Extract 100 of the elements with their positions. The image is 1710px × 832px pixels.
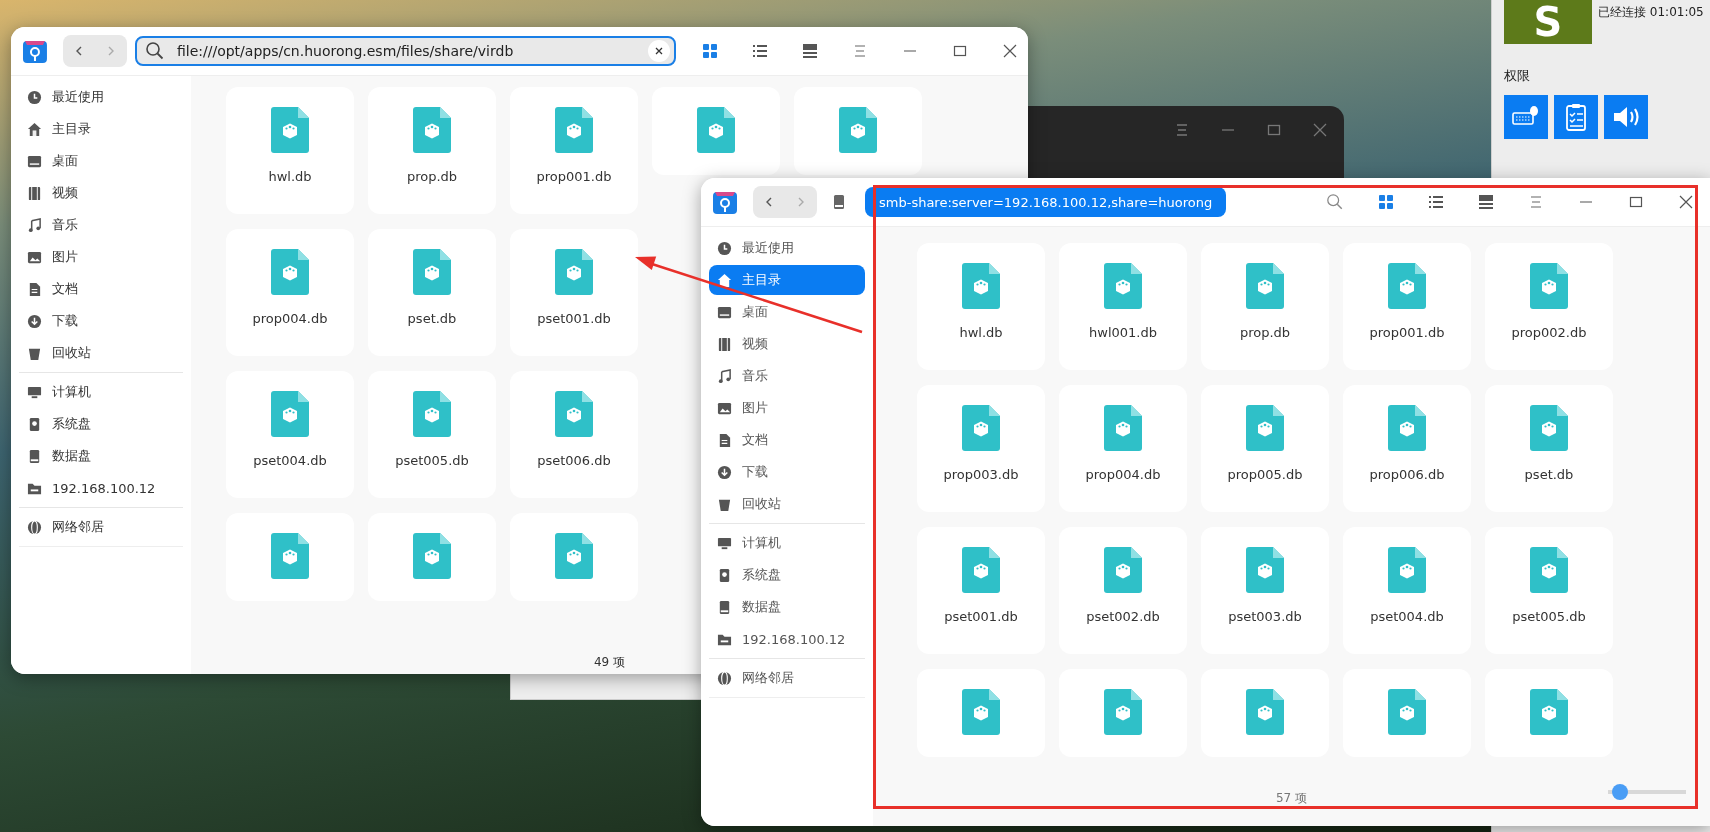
file-tile[interactable] [368, 513, 496, 601]
sidebar-item[interactable]: 桌面 [709, 297, 865, 327]
sidebar-item[interactable]: 文档 [19, 274, 183, 304]
avatar-tile: S [1504, 0, 1592, 44]
file-tile[interactable]: pset001.db [917, 527, 1045, 654]
split-view-icon[interactable] [802, 43, 818, 59]
search-icon[interactable] [1326, 193, 1344, 211]
sidebar-item[interactable]: 视频 [709, 329, 865, 359]
file-tile[interactable] [1343, 669, 1471, 757]
file-tile[interactable]: hwl.db [917, 243, 1045, 370]
file-tile[interactable]: pset.db [368, 229, 496, 356]
file-name: pset.db [407, 311, 457, 326]
close-icon[interactable] [1002, 43, 1018, 59]
maximize-icon[interactable] [1628, 194, 1644, 210]
database-file-icon [1388, 405, 1426, 451]
file-tile[interactable]: hwl.db [226, 87, 354, 214]
sidebar-item[interactable]: 下载 [709, 457, 865, 487]
file-tile[interactable] [1059, 669, 1187, 757]
file-tile[interactable]: pset004.db [226, 371, 354, 498]
sidebar-item[interactable]: 网络邻居 [709, 663, 865, 693]
sidebar-item[interactable]: 回收站 [19, 338, 183, 368]
sidebar-item[interactable]: 数据盘 [709, 592, 865, 622]
maximize-icon[interactable] [952, 43, 968, 59]
close-icon[interactable] [1312, 122, 1328, 138]
menu-icon[interactable] [1528, 194, 1544, 210]
database-file-icon [555, 391, 593, 437]
file-tile[interactable]: pset002.db [1059, 527, 1187, 654]
file-tile[interactable]: prop.db [368, 87, 496, 214]
file-tile[interactable]: prop.db [1201, 243, 1329, 370]
file-tile[interactable] [652, 87, 780, 175]
file-tile[interactable]: prop004.db [226, 229, 354, 356]
file-tile[interactable]: prop002.db [1485, 243, 1613, 370]
file-tile[interactable]: prop006.db [1343, 385, 1471, 512]
file-tile[interactable] [226, 513, 354, 601]
file-tile[interactable]: pset.db [1485, 385, 1613, 512]
file-name: prop002.db [1511, 325, 1587, 340]
file-tile[interactable]: prop003.db [917, 385, 1045, 512]
slider-thumb[interactable] [1611, 784, 1628, 800]
file-tile[interactable]: hwl001.db [1059, 243, 1187, 370]
sidebar-item[interactable]: 图片 [709, 393, 865, 423]
file-tile[interactable]: pset005.db [1485, 527, 1613, 654]
file-tile[interactable]: prop001.db [1343, 243, 1471, 370]
database-file-icon [1104, 689, 1142, 735]
file-tile[interactable]: prop001.db [510, 87, 638, 214]
sidebar-item[interactable]: 最近使用 [19, 82, 183, 112]
list-view-icon[interactable] [752, 43, 768, 59]
file-tile[interactable] [510, 513, 638, 601]
music-note-icon [717, 368, 732, 384]
sidebar-item[interactable]: 视频 [19, 178, 183, 208]
database-file-icon [1246, 405, 1284, 451]
sidebar-item[interactable]: 图片 [19, 242, 183, 272]
sidebar-item[interactable]: 数据盘 [19, 441, 183, 471]
file-tile[interactable]: prop005.db [1201, 385, 1329, 512]
file-tile[interactable]: pset003.db [1201, 527, 1329, 654]
sidebar-item[interactable]: 桌面 [19, 146, 183, 176]
database-file-icon [697, 107, 735, 153]
sidebar-item[interactable]: 主目录 [709, 265, 865, 295]
database-file-icon [271, 107, 309, 153]
file-tile[interactable]: pset001.db [510, 229, 638, 356]
list-view-icon[interactable] [1428, 194, 1444, 210]
close-icon[interactable] [1678, 194, 1694, 210]
sidebar-item[interactable]: 计算机 [19, 377, 183, 407]
file-tile[interactable]: pset006.db [510, 371, 638, 498]
file-tile[interactable] [1201, 669, 1329, 757]
database-file-icon [555, 249, 593, 295]
sidebar-item[interactable]: 系统盘 [19, 409, 183, 439]
menu-icon[interactable] [852, 43, 868, 59]
drive-icon[interactable] [831, 194, 847, 210]
file-tile[interactable]: pset005.db [368, 371, 496, 498]
clear-button[interactable] [648, 40, 670, 62]
maximize-icon[interactable] [1266, 122, 1282, 138]
sidebar-item[interactable]: 网络邻居 [19, 512, 183, 542]
sidebar-item[interactable]: 音乐 [19, 210, 183, 240]
sidebar-item[interactable]: 192.168.100.12 [709, 624, 865, 654]
file-tile[interactable] [794, 87, 922, 175]
file-tile[interactable]: prop004.db [1059, 385, 1187, 512]
film-icon [717, 336, 732, 352]
sidebar-item[interactable]: 192.168.100.12 [19, 473, 183, 503]
clock-icon [717, 240, 732, 256]
grid-view-icon[interactable] [702, 43, 718, 59]
database-file-icon [555, 107, 593, 153]
sidebar-item[interactable]: 主目录 [19, 114, 183, 144]
file-tile[interactable] [917, 669, 1045, 757]
keyboard-mouse-button[interactable] [1504, 95, 1548, 139]
sidebar-item[interactable]: 回收站 [709, 489, 865, 519]
clipboard-button[interactable] [1554, 95, 1598, 139]
breadcrumb-item[interactable]: smb-share:server=192.168.100.12,share=huorong [865, 187, 1227, 217]
menu-icon[interactable] [1174, 122, 1190, 138]
sidebar-item[interactable]: 最近使用 [709, 233, 865, 263]
sidebar-item[interactable]: 文档 [709, 425, 865, 455]
file-tile[interactable]: pset004.db [1343, 527, 1471, 654]
path-field[interactable]: file:///opt/apps/cn.huorong.esm/files/share/virdb [134, 36, 676, 66]
sidebar-item[interactable]: 系统盘 [709, 560, 865, 590]
grid-view-icon[interactable] [1378, 194, 1394, 210]
sidebar-item[interactable]: 计算机 [709, 528, 865, 558]
speaker-button[interactable] [1604, 95, 1648, 139]
split-view-icon[interactable] [1478, 194, 1494, 210]
sidebar-item[interactable]: 下载 [19, 306, 183, 336]
file-tile[interactable] [1485, 669, 1613, 757]
sidebar-item[interactable]: 音乐 [709, 361, 865, 391]
